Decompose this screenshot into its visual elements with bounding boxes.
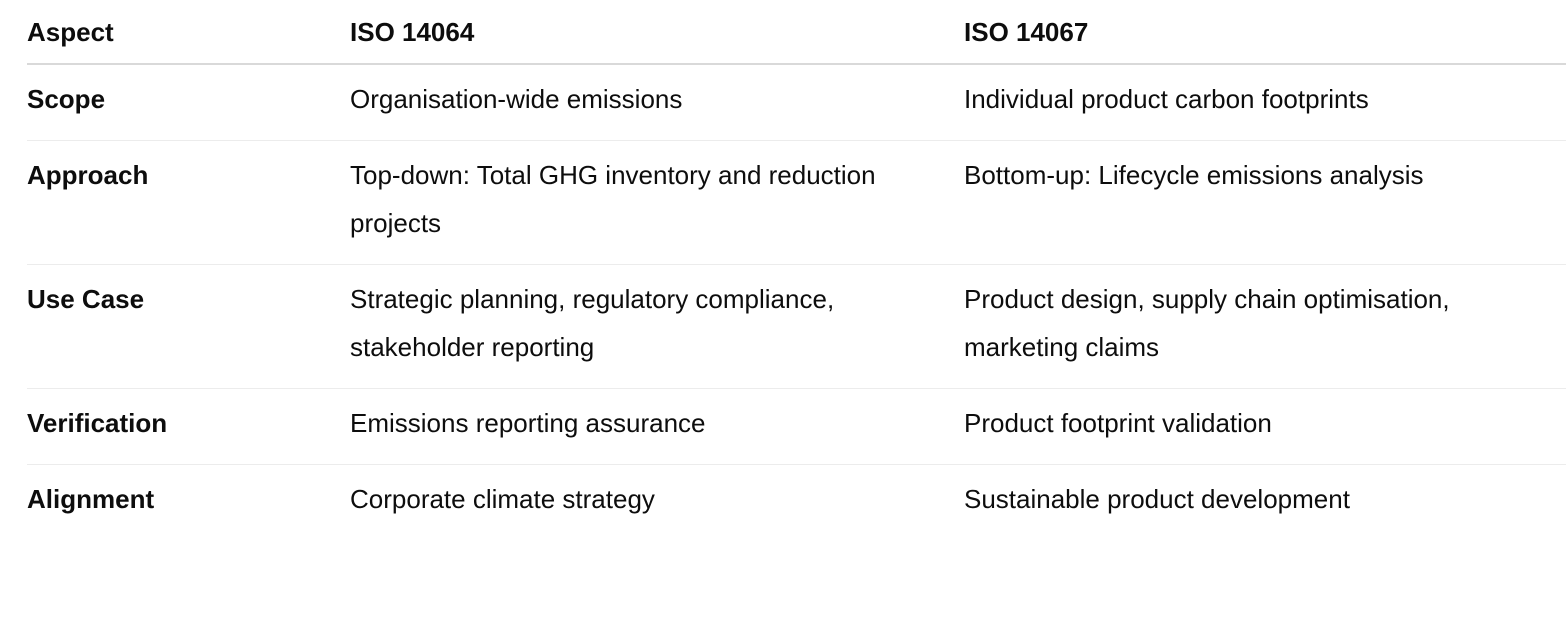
table-row: Use Case Strategic planning, regulatory … [27,264,1566,389]
header-iso-14067: ISO 14067 [964,0,1566,65]
iso-14067-cell: Bottom-up: Lifecycle emissions analysis [964,140,1566,265]
aspect-cell: Verification [27,388,350,465]
aspect-cell: Use Case [27,264,350,389]
aspect-cell: Alignment [27,484,155,514]
iso-14067-cell: Individual product carbon footprints [964,64,1566,141]
header-iso-14064: ISO 14064 [350,0,964,65]
header-row: Aspect ISO 14064 ISO 14067 [27,0,1566,65]
table-body: Scope Organisation-wide emissions Indivi… [27,64,1566,540]
iso-14064-cell: Top-down: Total GHG inventory and reduct… [350,140,964,265]
iso-14064-cell: Strategic planning, regulatory complianc… [350,264,964,389]
iso-14064-cell: Organisation-wide emissions [350,64,964,141]
comparison-table: Aspect ISO 14064 ISO 14067 Scope Organis… [27,0,1566,540]
table-row: Alignment Corporate climate strategy Sus… [27,465,1566,541]
iso-14064-cell: Corporate climate strategy [350,484,655,514]
aspect-cell: Approach [27,140,350,265]
header-aspect: Aspect [27,0,350,65]
comparison-table-container: Aspect ISO 14064 ISO 14067 Scope Organis… [27,0,1566,540]
table-row: Approach Top-down: Total GHG inventory a… [27,140,1566,265]
iso-14067-cell: Product footprint validation [964,388,1566,465]
iso-14064-cell: Emissions reporting assurance [350,388,964,465]
table-row: Verification Emissions reporting assuran… [27,388,1566,465]
table-row: Scope Organisation-wide emissions Indivi… [27,64,1566,141]
iso-14067-cell: Sustainable product development [964,484,1350,514]
table-header: Aspect ISO 14064 ISO 14067 [27,0,1566,65]
iso-14067-cell: Product design, supply chain optimisatio… [964,264,1566,389]
aspect-cell: Scope [27,64,350,141]
